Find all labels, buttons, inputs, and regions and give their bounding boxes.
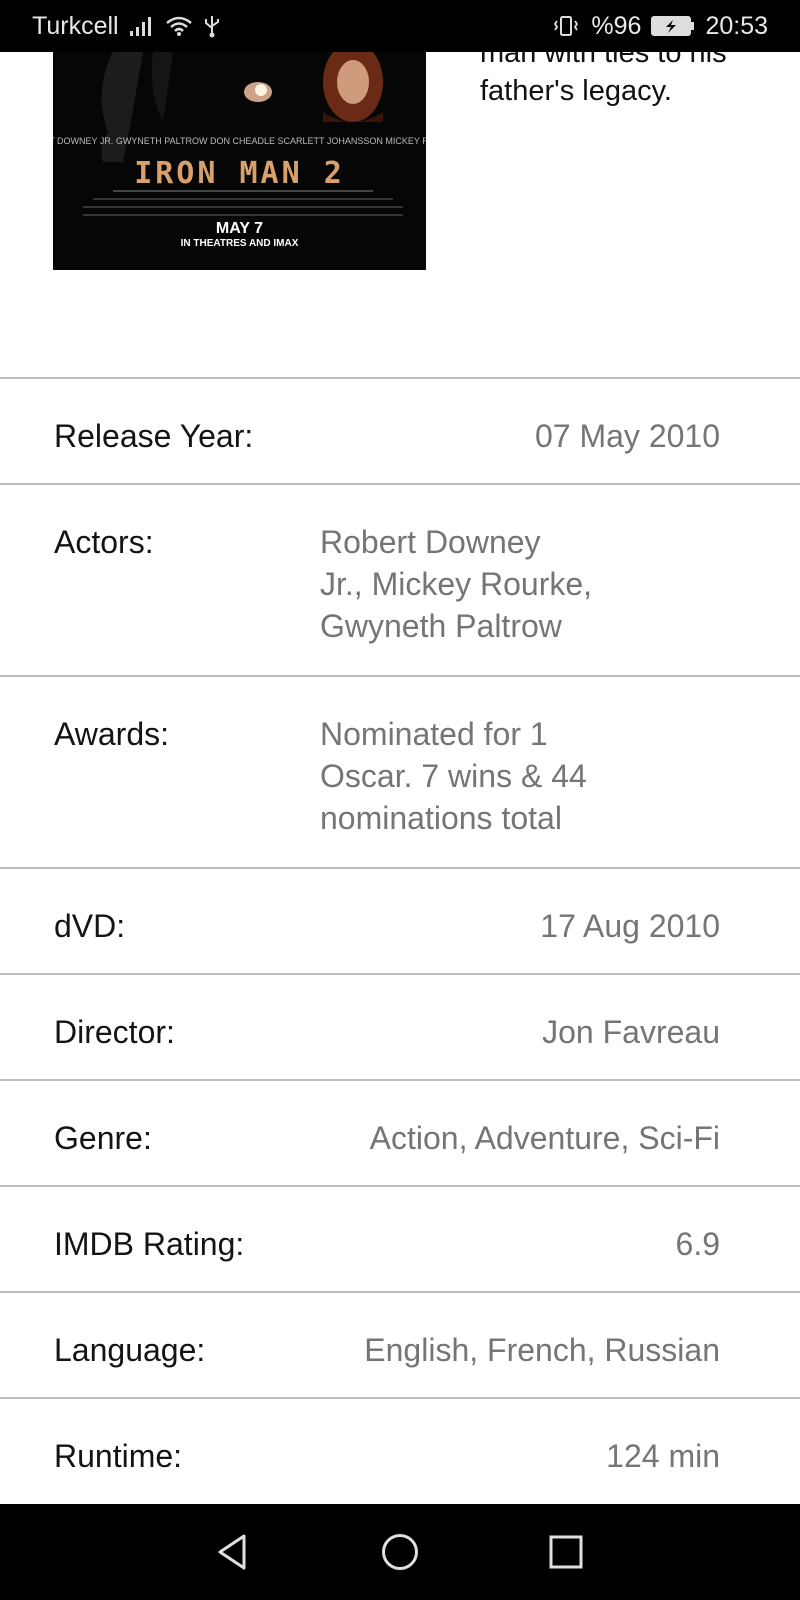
vibrate-icon — [551, 14, 581, 38]
detail-value: Nominated for 1 Oscar. 7 wins & 44 nomin… — [320, 713, 720, 839]
status-bar: Turkcell %96 20:53 — [0, 0, 800, 52]
poster-cast-text: ROBERT DOWNEY JR. GWYNETH PALTROW DON CH… — [53, 136, 426, 146]
wifi-icon — [165, 15, 193, 37]
carrier-name: Turkcell — [32, 11, 119, 40]
battery-percent: %96 — [591, 11, 642, 40]
detail-value: Robert Downey Jr., Mickey Rourke, Gwynet… — [320, 521, 720, 647]
usb-icon — [203, 14, 221, 38]
detail-row-imdb-rating: IMDB Rating: 6.9 — [0, 1185, 800, 1291]
detail-label: Runtime: — [54, 1438, 183, 1474]
signal-icon — [129, 15, 155, 37]
detail-value: 17 Aug 2010 — [540, 908, 720, 944]
detail-value: Jon Favreau — [542, 1014, 720, 1050]
detail-label: Genre: — [54, 1120, 152, 1156]
detail-label: dVD: — [54, 908, 126, 944]
status-right: %96 20:53 — [551, 12, 768, 41]
poster-release-date: MAY 7 — [215, 220, 264, 237]
plot-line: father's legacy. — [480, 75, 672, 107]
detail-value-line: Nominated for 1 — [320, 716, 548, 752]
detail-label: Language: — [54, 1332, 206, 1368]
detail-value: 124 min — [606, 1438, 720, 1474]
detail-row-language: Language: English, French, Russian — [0, 1291, 800, 1397]
detail-row-release-year: Release Year: 07 May 2010 — [0, 377, 800, 483]
recents-button[interactable] — [483, 1532, 649, 1572]
detail-label: Awards: — [54, 716, 170, 752]
back-triangle-icon — [218, 1534, 246, 1570]
movie-details-list: Release Year: 07 May 2010 Actors: Robert… — [0, 377, 800, 1503]
system-nav-bar — [0, 1504, 800, 1600]
movie-poster: ROBERT DOWNEY JR. GWYNETH PALTROW DON CH… — [53, 52, 426, 270]
movie-header: ROBERT DOWNEY JR. GWYNETH PALTROW DON CH… — [0, 37, 800, 378]
detail-label: Director: — [54, 1014, 175, 1050]
home-circle-icon — [382, 1534, 418, 1570]
detail-value: English, French, Russian — [364, 1332, 720, 1368]
battery-charging-icon — [651, 15, 695, 37]
detail-value: 07 May 2010 — [534, 418, 720, 454]
detail-value: 6.9 — [675, 1226, 720, 1262]
detail-value-line: Oscar. 7 wins & 44 — [320, 758, 587, 794]
detail-label: Release Year: — [54, 418, 254, 454]
home-button[interactable] — [317, 1532, 483, 1572]
detail-row-runtime: Runtime: 124 min — [0, 1397, 800, 1503]
detail-row-dvd: dVD: 17 Aug 2010 — [0, 867, 800, 973]
back-button[interactable] — [151, 1532, 317, 1572]
detail-row-awards: Awards: Nominated for 1 Oscar. 7 wins & … — [0, 675, 800, 867]
detail-label: IMDB Rating: — [54, 1226, 245, 1262]
recents-square-icon — [549, 1535, 583, 1569]
detail-value-line: Robert Downey — [320, 524, 541, 560]
detail-row-genre: Genre: Action, Adventure, Sci-Fi — [0, 1079, 800, 1185]
poster-tagline: IN THEATRES AND IMAX — [180, 238, 299, 249]
status-left: Turkcell — [32, 12, 221, 41]
detail-value-line: nominations total — [320, 800, 562, 836]
detail-value-line: Jr., Mickey Rourke, — [320, 566, 593, 602]
detail-value: Action, Adventure, Sci-Fi — [369, 1120, 720, 1156]
poster-title: IRON MAN 2 — [134, 156, 345, 191]
clock-time: 20:53 — [705, 11, 768, 40]
detail-value-line: Gwyneth Paltrow — [320, 608, 562, 644]
detail-row-director: Director: Jon Favreau — [0, 973, 800, 1079]
detail-label: Actors: — [54, 524, 154, 560]
detail-row-actors: Actors: Robert Downey Jr., Mickey Rourke… — [0, 483, 800, 675]
